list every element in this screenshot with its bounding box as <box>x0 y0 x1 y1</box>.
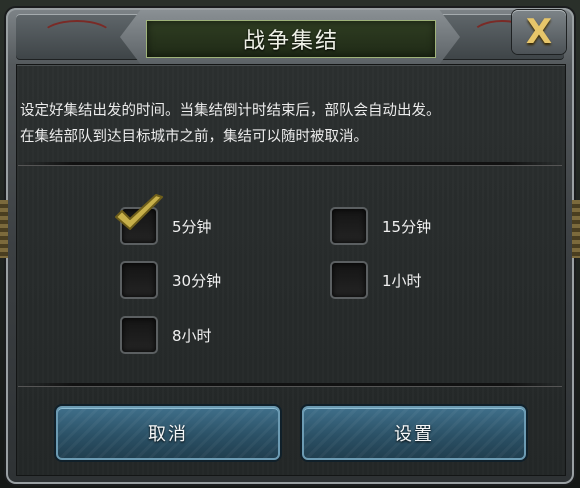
description-line: 在集结部队到达目标城市之前，集结可以随时被取消。 <box>20 129 368 145</box>
divider <box>18 383 562 386</box>
checkbox[interactable] <box>115 194 163 245</box>
divider <box>18 162 562 165</box>
option-label: 30分钟 <box>172 271 222 290</box>
set-button-label: 设置 <box>394 424 434 445</box>
checkbox[interactable] <box>120 261 158 299</box>
option-30min[interactable]: 30分钟 <box>120 261 221 299</box>
option-1hour[interactable]: 1小时 <box>330 261 422 299</box>
description: 设定好集结出发的时间。当集结倒计时结束后，部队会自动出发。 在集结部队到达目标城… <box>20 98 560 150</box>
right-rivet-strip <box>572 200 580 258</box>
close-icon: X <box>525 12 553 52</box>
checkmark-icon <box>115 194 163 230</box>
left-rivet-strip <box>0 200 8 258</box>
cancel-button[interactable]: 取消 <box>56 406 280 460</box>
checkbox[interactable] <box>120 316 158 354</box>
option-15min[interactable]: 15分钟 <box>330 207 431 245</box>
set-button[interactable]: 设置 <box>302 406 526 460</box>
checkbox[interactable] <box>330 207 368 245</box>
cancel-button-label: 取消 <box>148 424 188 445</box>
checkbox[interactable] <box>330 261 368 299</box>
option-label: 15分钟 <box>382 217 432 236</box>
close-button[interactable]: X <box>512 10 566 54</box>
decor-wire-left <box>40 20 114 54</box>
option-label: 5分钟 <box>172 217 212 236</box>
description-line: 设定好集结出发的时间。当集结倒计时结束后，部队会自动出发。 <box>20 103 441 119</box>
option-8hour[interactable]: 8小时 <box>120 316 212 354</box>
option-5min[interactable]: 5分钟 <box>115 194 212 245</box>
option-label: 8小时 <box>172 326 212 345</box>
option-label: 1小时 <box>382 271 422 290</box>
dialog-title: 战争集结 <box>146 20 436 58</box>
